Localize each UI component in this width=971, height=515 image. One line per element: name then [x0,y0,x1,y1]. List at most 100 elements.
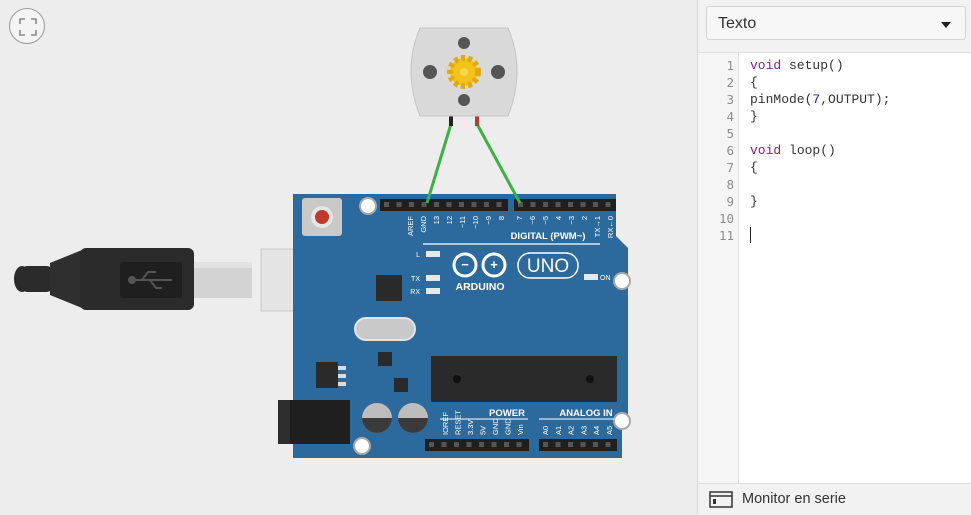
pin-label: Vin [516,424,525,435]
pin-label: 3.3V [466,420,475,435]
header-pin-socket[interactable] [471,202,477,207]
pin-label: A5 [605,426,614,435]
pin-label: A2 [567,426,576,435]
wire-pin7[interactable] [475,123,522,204]
header-pin-socket[interactable] [555,202,561,207]
line-number-gutter: 1 2 3 4 5 6 7 8 9 10 11 [698,53,739,484]
model-label: UNO [527,256,569,277]
logo-plus-glyph: + [490,257,498,272]
header-pin-socket[interactable] [396,202,402,207]
line-number: 10 [718,211,734,226]
header-pin-socket[interactable] [504,442,509,447]
digital-pin-label: ~9 [484,216,493,225]
digital-pin-label: 12 [445,216,454,224]
code-editor[interactable]: 1 2 3 4 5 6 7 8 9 10 11 void setup(){pinMode(7,OUT… [698,52,971,484]
code-token: loop() [781,143,836,158]
digital-pin-label: ~3 [567,216,576,225]
code-token: } [750,109,758,124]
header-pin-socket[interactable] [429,442,434,447]
code-line[interactable]: pinMode(7,OUTPUT); [750,91,890,108]
digital-pin-label: ~11 [458,216,467,228]
power-header[interactable] [425,439,529,451]
header-pin-socket[interactable] [491,442,497,447]
header-pin-socket[interactable] [409,202,414,207]
header-pin-socket[interactable] [446,202,452,207]
digital-pin-label: AREF [406,216,415,236]
reset-button[interactable] [315,210,329,224]
line-number: 2 [726,75,734,90]
header-pin-socket[interactable] [543,202,548,207]
header-pin-socket[interactable] [543,442,548,447]
header-pin-socket[interactable] [459,202,464,207]
header-pin-socket[interactable] [555,442,561,447]
line-number: 11 [718,228,734,243]
header-pin-socket[interactable] [496,202,502,207]
header-pin-socket[interactable] [466,442,472,447]
pin-label: 5V [479,426,488,435]
header-pin-socket[interactable] [421,202,427,207]
editor-mode-value: Texto [718,15,757,32]
digital-pin-label: 8 [497,216,506,220]
chevron-down-icon [941,22,951,28]
header-pin-socket[interactable] [605,442,611,447]
header-pin-socket[interactable] [479,442,484,447]
pin-label: A3 [579,426,588,435]
header-pin-socket[interactable] [580,202,586,207]
header-pin-socket[interactable] [441,442,447,447]
line-number: 1 [726,58,734,73]
digital-header-2[interactable] [514,199,616,211]
power-jack[interactable] [280,400,350,444]
circuit-canvas[interactable]: AREF GND 13 12 ~11 ~10 ~9 8 7 ~6 ~5 4 ~3 2 TX→1 RX←0 IO… [0,0,697,514]
editor-mode-select[interactable]: Texto [706,6,966,40]
code-token: setup() [781,58,844,73]
header-pin-socket[interactable] [454,442,459,447]
pin-label: A0 [541,426,550,435]
header-pin-socket[interactable] [434,202,439,207]
code-token: pinMode( [750,92,813,107]
wire-gnd[interactable] [425,123,453,204]
power-label: POWER [489,408,525,419]
wires[interactable] [425,123,522,204]
terminal-window-icon [709,491,733,508]
header-pin-socket[interactable] [516,442,522,447]
analog-in-label: ANALOG IN [559,408,612,419]
header-pin-socket[interactable] [580,442,586,447]
digital-pin-label: RX←0 [606,216,615,238]
pin-label: GND [491,418,500,435]
pin-label: A1 [554,426,563,435]
arduino-uno-board[interactable]: AREF GND 13 12 ~11 ~10 ~9 8 7 ~6 ~5 4 ~3 2 TX→1 RX←0 IO… [278,194,631,458]
header-pin-socket[interactable] [593,202,598,207]
text-cursor [750,227,751,243]
digital-pin-label: ~5 [541,216,550,225]
header-pin-socket[interactable] [605,202,611,207]
header-pin-socket[interactable] [593,442,598,447]
line-number: 9 [726,194,734,209]
led-rx-label: RX [410,289,420,296]
code-token: void [750,143,782,158]
code-line[interactable]: { [750,74,758,91]
digital-pin-label: 7 [515,216,524,220]
line-number: 7 [726,160,734,175]
code-line[interactable]: } [750,193,758,210]
digital-pin-label: GND [419,215,428,232]
dc-motor[interactable] [410,27,518,126]
header-pin-socket[interactable] [484,202,489,207]
digital-pin-label: 4 [554,216,563,220]
header-pin-socket[interactable] [530,202,536,207]
header-pin-socket[interactable] [384,202,389,207]
code-line[interactable]: void setup() [750,57,844,74]
analog-header[interactable] [539,439,617,451]
led-l-label: L [416,252,420,259]
line-number: 8 [726,177,734,192]
digital-pwm-label: DIGITAL (PWM~) [511,231,586,242]
header-pin-socket[interactable] [568,442,573,447]
header-pin-socket[interactable] [568,202,573,207]
code-line[interactable]: } [750,108,758,125]
code-token: ,OUTPUT); [820,92,891,107]
code-line[interactable]: { [750,159,758,176]
digital-pin-label: 13 [432,216,441,224]
digital-pin-label: ~6 [528,216,537,225]
led-on-label: ON [600,275,611,282]
serial-monitor-button[interactable]: Monitor en serie [698,483,971,515]
code-line[interactable]: void loop() [750,142,836,159]
